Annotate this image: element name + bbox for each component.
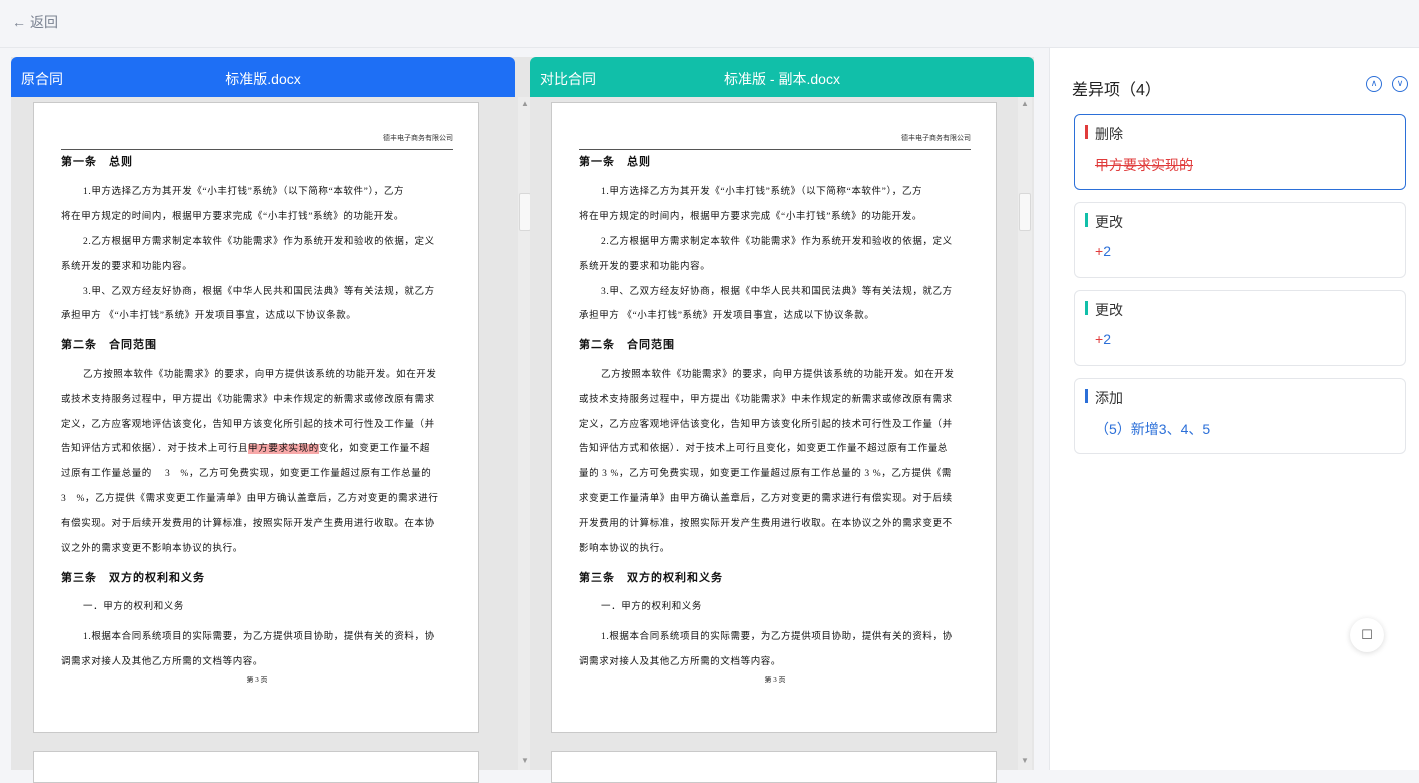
doc-heading: 第三条 双方的权利和义务 [61, 572, 205, 584]
compare-panel-header: 对比合同 标准版 - 副本.docx [530, 57, 1034, 97]
doc-line: 定义，乙方应客观地评估该变化，告知甲方该变化所引起的技术可行性及工作量（并 [579, 420, 953, 430]
prev-difference-icon[interactable]: ∧ [1366, 76, 1382, 92]
feedback-chat-icon[interactable]: ☐ [1350, 618, 1384, 652]
doc-text: 告知评估方式和依据）．对于技术上可行且 [61, 444, 249, 454]
diff-type-marker [1085, 301, 1088, 315]
document-page-next [551, 751, 997, 783]
doc-line: 1.根据本合同系统项目的实际需要，为乙方提供项目协助，提供有关的资料，协 [83, 632, 435, 642]
doc-text: 变化，如变更工作量不超 [318, 444, 430, 454]
doc-line: 3.甲、乙双方经友好协商，根据《中华人民共和国民法典》等有关法规，就乙方 [601, 287, 953, 297]
doc-line-highlighted: 告知评估方式和依据）．对于技术上可行且甲方要求实现的变化，如变更工作量不超 [61, 440, 430, 454]
document-page: 德丰电子商务有限公司 第一条 总则 1.甲方选择乙方为其开发《“小丰打钱”系统》… [551, 102, 997, 733]
diff-type-label: 更改 [1095, 302, 1123, 318]
back-label: 返回 [30, 14, 58, 30]
diff-type-marker [1085, 125, 1088, 139]
doc-heading: 第二条 合同范围 [61, 339, 157, 351]
diff-content: +2 [1095, 331, 1111, 347]
arrow-left-icon: ← [12, 14, 26, 30]
doc-line: 承担甲方 《“小丰打钱”系统》开发项目事宜，达成以下协议条款。 [579, 311, 875, 321]
doc-line: 2.乙方根据甲方需求制定本软件《功能需求》作为系统开发和验收的依据，定义 [83, 237, 435, 247]
doc-line: 求变更工作量清单》由甲方确认盖章后，乙方对变更的需求进行有偿实现。对于后续 [579, 494, 953, 504]
header-rule [61, 149, 453, 150]
vertical-scrollbar[interactable]: ▲ ▼ [1018, 97, 1032, 770]
doc-line: 过原有工作量总量的 3 %，乙方可免费实现，如变更工作量超过原有工作总量的 [61, 469, 432, 479]
diff-content: 甲方要求实现的 [1095, 157, 1193, 173]
diff-type-label: 添加 [1095, 390, 1123, 406]
doc-line: 3.甲、乙双方经友好协商，根据《中华人民共和国民法典》等有关法规，就乙方 [83, 287, 435, 297]
scroll-up-icon[interactable]: ▲ [1020, 99, 1030, 109]
diff-item-delete[interactable]: 删除 甲方要求实现的 [1074, 114, 1406, 190]
original-file-name: 标准版.docx [225, 71, 301, 87]
diff-type-marker [1085, 213, 1088, 227]
doc-line: 或技术支持服务过程中，甲方提出《功能需求》中未作规定的新需求或修改原有需求 [61, 395, 435, 405]
next-difference-icon[interactable]: ∨ [1392, 76, 1408, 92]
doc-line: 告知评估方式和依据）．对于技术上可行且变化，如变更工作量不超过原有工作量总 [579, 444, 948, 454]
compare-contract-panel: 对比合同 标准版 - 副本.docx 德丰电子商务有限公司 第一条 总则 1.甲… [530, 57, 1034, 783]
doc-line: 定义，乙方应客观地评估该变化，告知甲方该变化所引起的技术可行性及工作量（并 [61, 420, 435, 430]
page-number: 第 3 页 [246, 676, 268, 684]
scroll-thumb[interactable] [1019, 193, 1031, 231]
doc-line: 3 %，乙方提供《需求变更工作量清单》由甲方确认盖章后，乙方对变更的需求进行 [61, 494, 439, 504]
doc-line: 2.乙方根据甲方需求制定本软件《功能需求》作为系统开发和验收的依据，定义 [601, 237, 953, 247]
diff-item-add[interactable]: 添加 （5）新增3、4、5 [1074, 378, 1406, 454]
scroll-up-icon[interactable]: ▲ [520, 99, 530, 109]
scroll-down-icon[interactable]: ▼ [1020, 756, 1030, 766]
doc-line: 乙方按照本软件《功能需求》的要求，向甲方提供该系统的功能开发。如在开发 [601, 370, 955, 380]
diff-content: （5）新增3、4、5 [1095, 421, 1211, 437]
doc-heading: 第一条 总则 [579, 156, 651, 168]
differences-title: 差异项（4） [1072, 82, 1161, 99]
doc-line: 一．甲方的权利和义务 [601, 602, 703, 612]
diff-type-label: 更改 [1095, 214, 1123, 230]
doc-heading: 第三条 双方的权利和义务 [579, 572, 723, 584]
doc-line: 将在甲方规定的时间内，根据甲方要求完成《“小丰打钱”系统》的功能开发。 [61, 212, 404, 222]
diff-value: 2 [1103, 243, 1111, 259]
document-page-next [33, 751, 479, 783]
page-number: 第 3 页 [764, 676, 786, 684]
doc-line: 1.甲方选择乙方为其开发《“小丰打钱”系统》（以下简称“本软件”），乙方 [601, 187, 923, 197]
doc-line: 调需求对接人及其他乙方所需的文档等内容。 [579, 657, 782, 667]
doc-line: 议之外的需求变更不影响本协议的执行。 [61, 544, 243, 554]
diff-item-change[interactable]: 更改 +2 [1074, 202, 1406, 278]
header-rule [579, 149, 971, 150]
company-header: 德丰电子商务有限公司 [901, 134, 971, 142]
doc-line: 有偿实现。对于后续开发费用的计算标准，按照实际开发产生费用进行收取。在本协 [61, 519, 435, 529]
document-page: 德丰电子商务有限公司 第一条 总则 1.甲方选择乙方为其开发《“小丰打钱”系统》… [33, 102, 479, 733]
doc-line: 调需求对接人及其他乙方所需的文档等内容。 [61, 657, 264, 667]
doc-line: 1.甲方选择乙方为其开发《“小丰打钱”系统》（以下简称“本软件”），乙方 [83, 187, 405, 197]
doc-line: 开发费用的计算标准，按照实际开发产生费用进行收取。在本协议之外的需求变更不 [579, 519, 953, 529]
differences-pane: 差异项（4） ∧ ∨ 删除 甲方要求实现的 更改 +2 更改 +2 添加 （5）… [1049, 48, 1419, 770]
diff-value: 2 [1103, 331, 1111, 347]
top-bar: ← 返回 [0, 0, 1419, 48]
doc-line: 1.根据本合同系统项目的实际需要，为乙方提供项目协助，提供有关的资料，协 [601, 632, 953, 642]
company-header: 德丰电子商务有限公司 [383, 134, 453, 142]
doc-line: 一．甲方的权利和义务 [83, 602, 185, 612]
diff-sign: + [1095, 243, 1104, 259]
diff-type-label: 删除 [1095, 126, 1123, 142]
diff-type-marker [1085, 389, 1088, 403]
original-contract-panel: 原合同 标准版.docx 德丰电子商务有限公司 第一条 总则 1.甲方选择乙方为… [11, 57, 534, 783]
doc-line: 乙方按照本软件《功能需求》的要求，向甲方提供该系统的功能开发。如在开发 [83, 370, 437, 380]
doc-line: 或技术支持服务过程中，甲方提出《功能需求》中未作规定的新需求或修改原有需求 [579, 395, 953, 405]
doc-line: 影响本协议的执行。 [579, 544, 670, 554]
diff-item-change[interactable]: 更改 +2 [1074, 290, 1406, 366]
back-button[interactable]: ← 返回 [12, 12, 58, 32]
compare-file-name: 标准版 - 副本.docx [724, 71, 840, 87]
doc-heading: 第一条 总则 [61, 156, 133, 168]
doc-line: 量的 3 %，乙方可免费实现，如变更工作量超过原有工作总量的 3 %，乙方提供《… [579, 469, 952, 479]
doc-heading: 第二条 合同范围 [579, 339, 675, 351]
doc-line: 系统开发的要求和功能内容。 [579, 262, 711, 272]
scroll-down-icon[interactable]: ▼ [520, 756, 530, 766]
diff-sign: + [1095, 331, 1104, 347]
doc-line: 系统开发的要求和功能内容。 [61, 262, 193, 272]
deleted-text-highlight[interactable]: 甲方要求实现的 [248, 444, 319, 454]
doc-line: 承担甲方 《“小丰打钱”系统》开发项目事宜，达成以下协议条款。 [61, 311, 357, 321]
diff-content: +2 [1095, 243, 1111, 259]
original-panel-header: 原合同 标准版.docx [11, 57, 515, 97]
doc-line: 将在甲方规定的时间内，根据甲方要求完成《“小丰打钱”系统》的功能开发。 [579, 212, 922, 222]
